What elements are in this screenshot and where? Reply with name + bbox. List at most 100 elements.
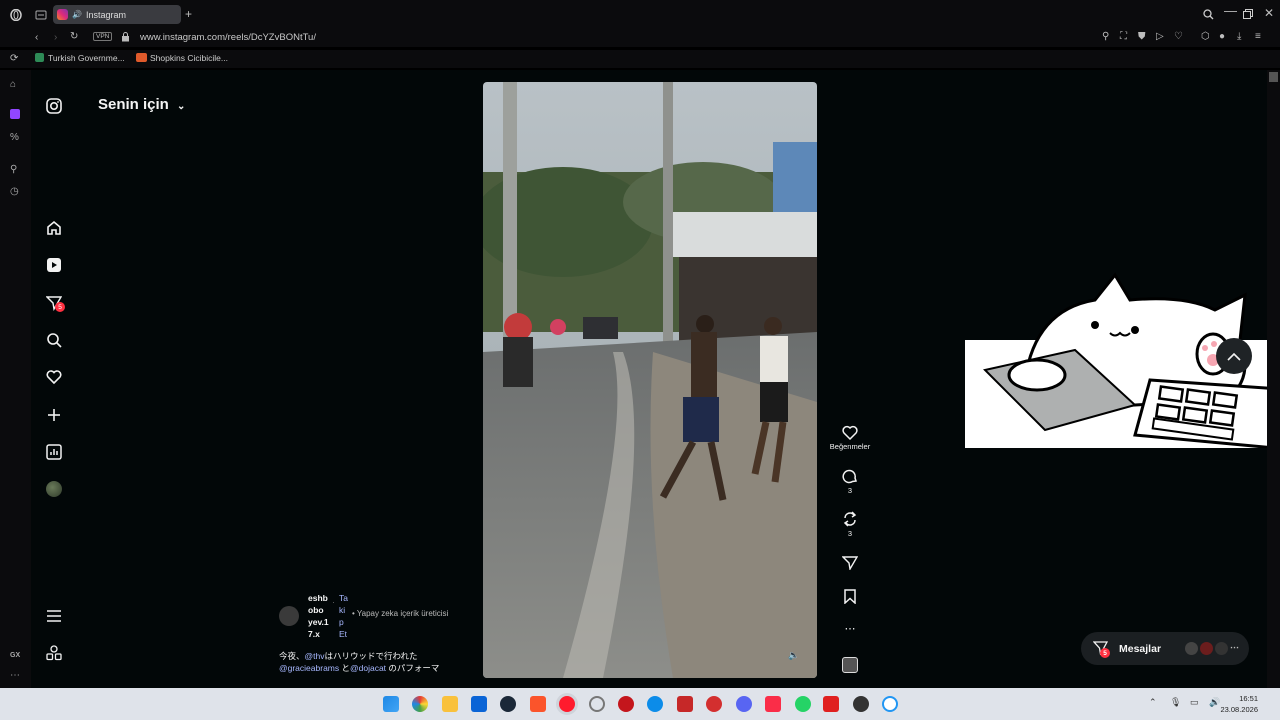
- opera-menu-icon[interactable]: [10, 8, 22, 24]
- tab-instagram[interactable]: 🔊 Instagram: [53, 5, 181, 24]
- file-explorer-icon[interactable]: [442, 696, 458, 712]
- app-icon[interactable]: [677, 696, 693, 712]
- forward-icon[interactable]: ›: [54, 33, 57, 43]
- reload-icon[interactable]: ↻: [70, 32, 78, 42]
- search-tabs-icon[interactable]: [1203, 9, 1214, 23]
- more-menu-icon[interactable]: [45, 607, 63, 625]
- messages-button[interactable]: 5 Mesajlar ⋯: [1081, 632, 1249, 665]
- repost-icon: [843, 511, 857, 527]
- lock-icon[interactable]: [121, 32, 130, 45]
- more-sidebar-icon[interactable]: ⋯: [10, 670, 20, 681]
- pin-icon[interactable]: ⚲: [1102, 32, 1109, 42]
- app-icon[interactable]: [706, 696, 722, 712]
- opera-gx-icon[interactable]: [559, 696, 575, 712]
- more-options-icon[interactable]: ⋯: [826, 622, 874, 635]
- comment-button[interactable]: 3: [826, 468, 874, 495]
- save-button[interactable]: [826, 589, 874, 606]
- home-icon[interactable]: [45, 219, 63, 237]
- percent-icon[interactable]: %: [10, 132, 19, 143]
- music-icon[interactable]: [765, 696, 781, 712]
- restore-icon[interactable]: [1243, 9, 1253, 22]
- page-scrollbar[interactable]: [1267, 70, 1280, 688]
- avatar[interactable]: [45, 480, 63, 498]
- caption-mention[interactable]: @thv: [305, 651, 325, 661]
- profile-icon[interactable]: ●: [1219, 32, 1225, 42]
- create-icon[interactable]: [45, 406, 63, 424]
- app-icon[interactable]: [882, 696, 898, 712]
- microphone-icon[interactable]: 🎙: [1170, 697, 1181, 708]
- close-window-icon[interactable]: ✕: [1264, 7, 1274, 19]
- caption-fragment: 今夜、: [279, 651, 305, 661]
- heart-icon[interactable]: ♡: [1174, 32, 1183, 42]
- music-player-icon[interactable]: ⌂: [10, 79, 16, 90]
- like-button[interactable]: Beğenmeler: [826, 425, 874, 451]
- shield-icon[interactable]: ⛊: [1138, 32, 1146, 42]
- extensions-icon[interactable]: ⬡: [1201, 32, 1210, 42]
- edge-icon[interactable]: [647, 696, 663, 712]
- instagram-logo-icon[interactable]: [45, 97, 63, 115]
- refresh-sidebar-icon[interactable]: ⟳: [10, 54, 18, 64]
- pin-sidebar-icon[interactable]: ⚲: [10, 164, 17, 175]
- display-icon[interactable]: ▭: [1190, 697, 1199, 708]
- discord-icon[interactable]: [736, 696, 752, 712]
- app-icon[interactable]: [853, 696, 869, 712]
- scroll-up-button[interactable]: [1216, 338, 1252, 374]
- download-icon[interactable]: ⤓: [1237, 32, 1241, 42]
- app-icon[interactable]: [618, 696, 634, 712]
- username-line: eshb: [308, 593, 328, 603]
- clock-date: 23.08.2026: [1220, 705, 1258, 714]
- scrollbar-thumb[interactable]: [1269, 72, 1278, 82]
- new-tab-icon[interactable]: +: [185, 8, 192, 20]
- tab-manager-icon[interactable]: [35, 10, 47, 23]
- bookmark-favicon-icon: [35, 53, 44, 62]
- video-frame: [483, 82, 817, 678]
- copilot-icon[interactable]: [412, 696, 428, 712]
- twitch-icon[interactable]: [10, 109, 20, 119]
- app-icon[interactable]: [823, 696, 839, 712]
- minimize-icon[interactable]: —: [1224, 4, 1237, 17]
- volume-icon[interactable]: 🔊: [1209, 697, 1220, 708]
- reels-icon[interactable]: [45, 256, 63, 274]
- brave-icon[interactable]: [530, 696, 546, 712]
- play-icon[interactable]: ▷: [1156, 32, 1164, 42]
- bookmark-item[interactable]: Turkish Governme...: [48, 53, 125, 63]
- url-text[interactable]: www.instagram.com/reels/DcYZvBONtTu/: [140, 32, 316, 43]
- notifications-heart-icon[interactable]: [45, 368, 63, 386]
- bookmark-item[interactable]: Shopkins Cicibicile...: [150, 53, 228, 63]
- opera-icon[interactable]: [589, 696, 605, 712]
- share-button[interactable]: [826, 555, 874, 572]
- vpn-badge[interactable]: VPN: [93, 32, 113, 41]
- speaker-icon[interactable]: 🔊: [72, 10, 82, 19]
- whatsapp-icon[interactable]: [795, 696, 811, 712]
- chevron-up-icon: [1227, 352, 1241, 361]
- system-clock[interactable]: 16:51 23.08.2026: [1220, 693, 1258, 715]
- author-username[interactable]: eshb obo yev.1 7.x: [308, 592, 332, 640]
- easy-setup-icon[interactable]: ≡: [1255, 32, 1261, 42]
- feed-selector[interactable]: Senin için ⌄: [98, 96, 185, 113]
- history-icon[interactable]: ◷: [10, 186, 19, 197]
- gx-label[interactable]: GX: [10, 652, 20, 659]
- direct-icon: 5: [1092, 641, 1110, 658]
- reel-video[interactable]: 🔈: [483, 82, 817, 678]
- avatar: [1215, 642, 1229, 655]
- audio-thumbnail[interactable]: [826, 657, 874, 675]
- back-icon[interactable]: ‹: [35, 33, 38, 43]
- caption-mention[interactable]: @dojacat: [350, 663, 386, 673]
- caption-mention[interactable]: @gracieabrams: [279, 663, 339, 673]
- username-line: yev.1: [308, 617, 329, 627]
- direct-messages-icon[interactable]: 5: [45, 294, 65, 312]
- start-icon[interactable]: [383, 696, 399, 712]
- bookmark-favicon-icon: [136, 53, 147, 62]
- follow-button[interactable]: Ta ki p Et: [339, 592, 353, 640]
- dashboard-icon[interactable]: [45, 443, 63, 461]
- steam-icon[interactable]: [500, 696, 516, 712]
- search-icon[interactable]: [45, 331, 63, 349]
- repost-button[interactable]: 3: [826, 511, 874, 538]
- outlook-icon[interactable]: [471, 696, 487, 712]
- also-from-meta-icon[interactable]: [45, 644, 63, 662]
- mute-icon[interactable]: 🔈: [788, 650, 799, 661]
- snapshot-icon[interactable]: ⛶: [1120, 32, 1127, 42]
- tray-chevron-icon[interactable]: ⌃: [1149, 697, 1157, 708]
- author-avatar[interactable]: [279, 606, 299, 626]
- address-bar: ‹ › ↻ VPN www.instagram.com/reels/DcYZvB…: [0, 29, 1280, 47]
